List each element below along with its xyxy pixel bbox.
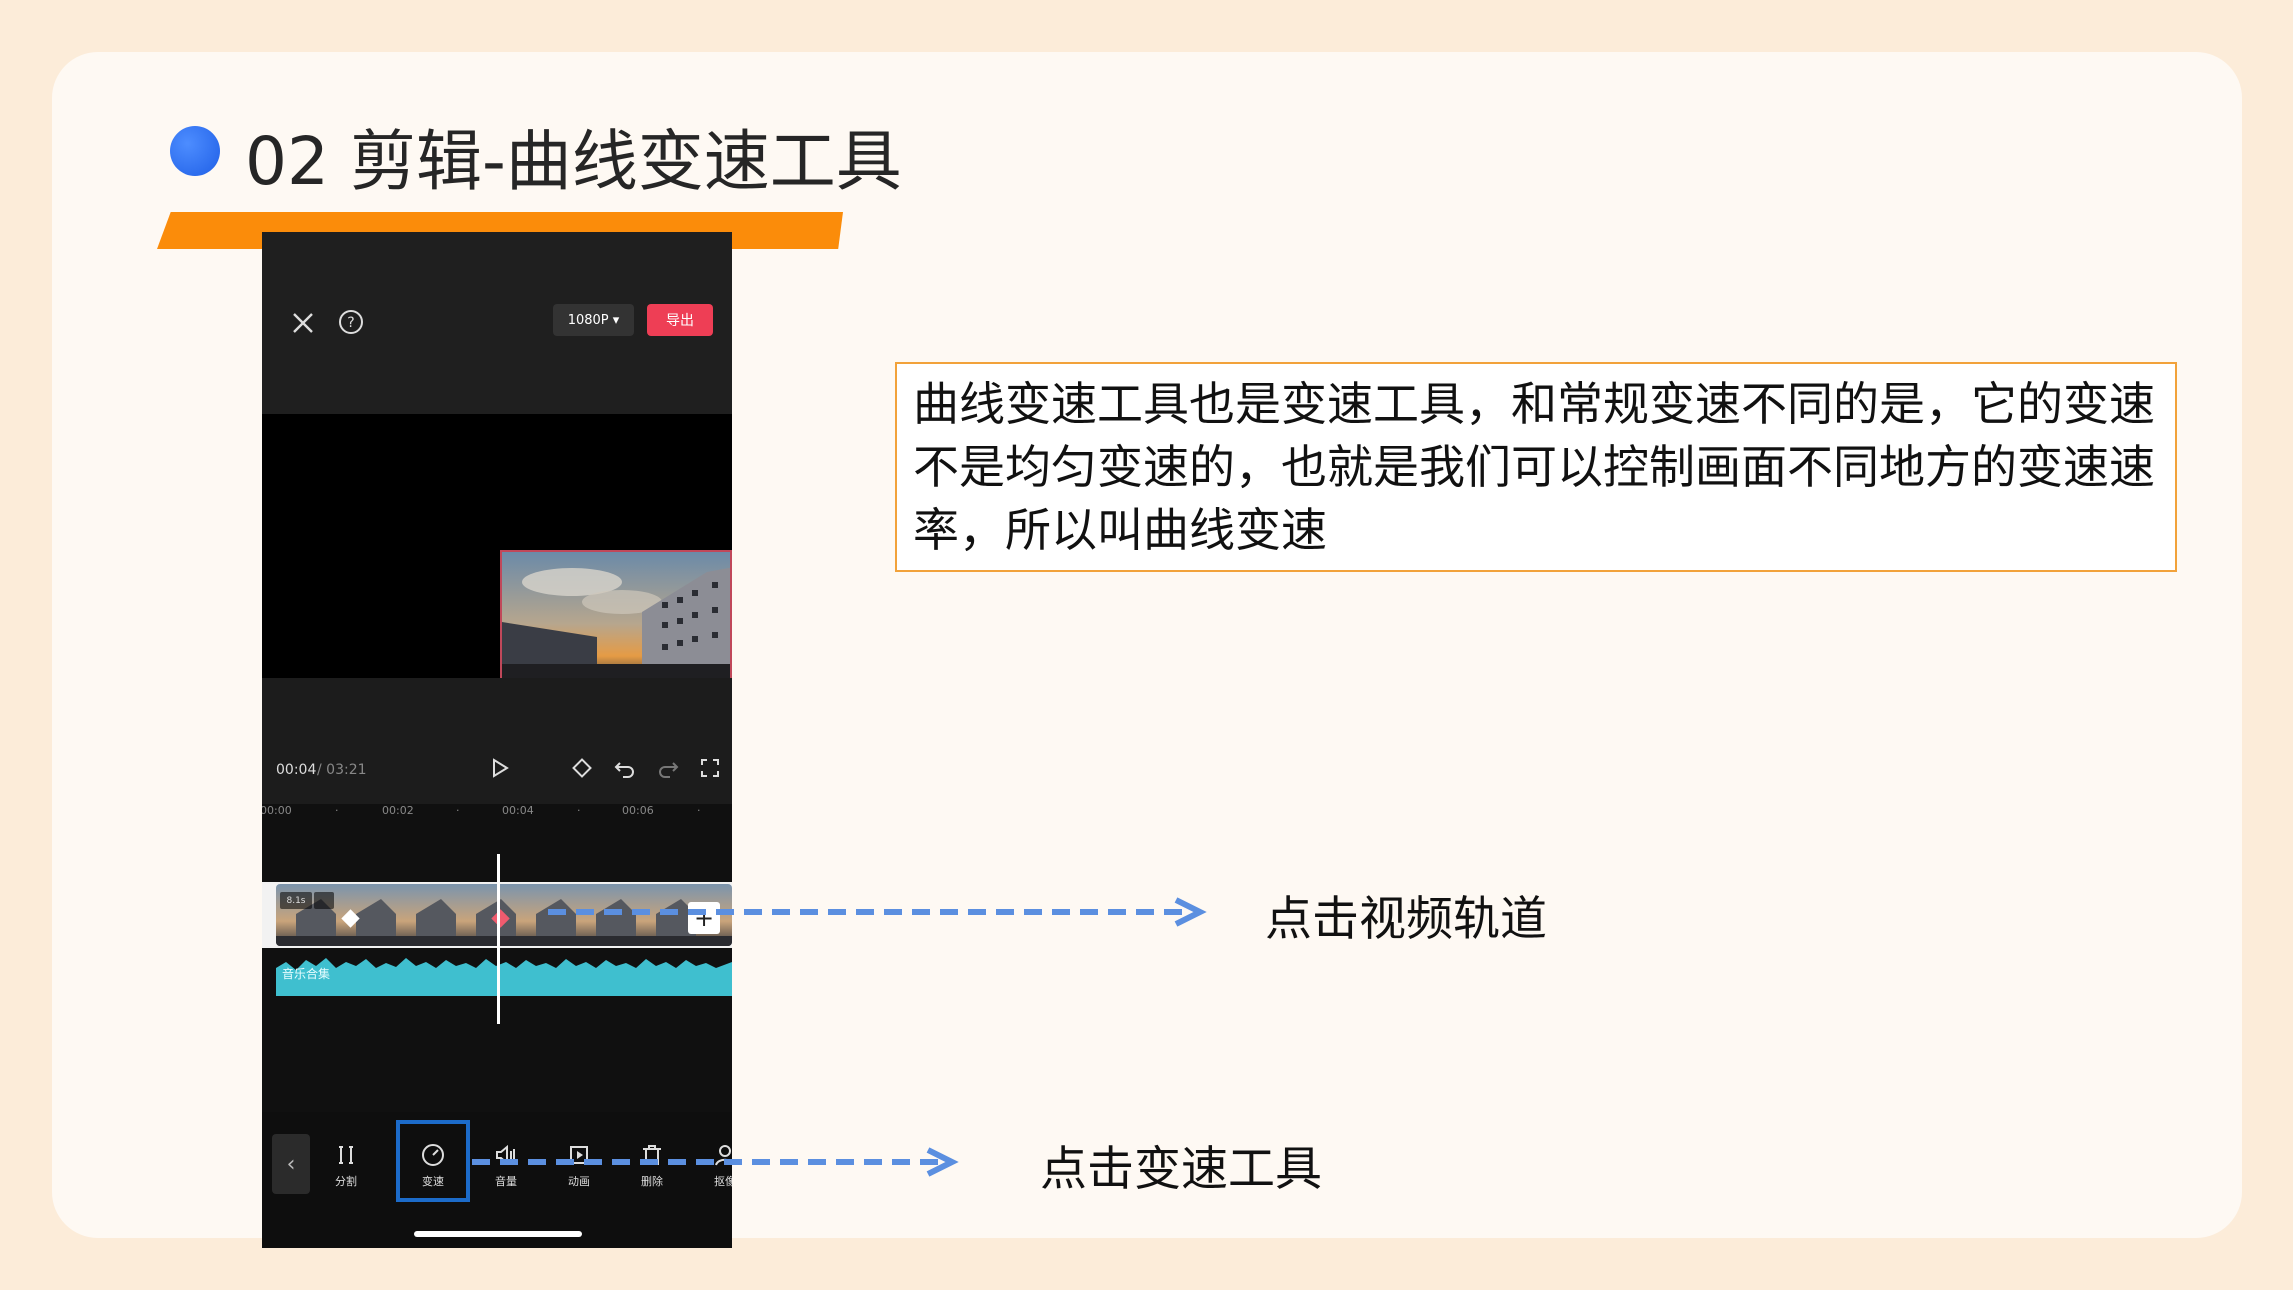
fullscreen-icon[interactable] (696, 754, 724, 782)
phone-screenshot: ? 1080P ▾ 导出 00:04 / 03:21 00:00 · 00:02… (262, 232, 732, 1248)
svg-text:?: ? (347, 315, 354, 331)
ruler-dot: · (335, 804, 339, 817)
home-indicator (414, 1231, 582, 1237)
resolution-dropdown[interactable]: 1080P ▾ (553, 304, 634, 336)
ruler-dot: · (697, 804, 701, 817)
keyframe-icon[interactable] (568, 754, 596, 782)
ruler-dot: · (456, 804, 460, 817)
annotation-track-label: 点击视频轨道 (1265, 892, 1547, 947)
slide-title: 02 剪辑-曲线变速工具 (245, 123, 902, 200)
toolbar-back-button[interactable]: ‹ (272, 1134, 310, 1194)
clip-speed-badge: 8.1s (280, 892, 312, 909)
tool-label: 分割 (335, 1175, 357, 1188)
ruler-mark: 00:02 (382, 804, 414, 817)
speed-arrow (472, 1147, 959, 1177)
playback-control-bar (262, 678, 732, 804)
close-icon[interactable] (286, 306, 320, 340)
ruler-mark: 00:06 (622, 804, 654, 817)
audio-track[interactable] (276, 954, 732, 996)
description-box: 曲线变速工具也是变速工具，和常规变速不同的是，它的变速不是均匀变速的，也就是我们… (895, 362, 2177, 572)
redo-icon[interactable] (654, 754, 682, 782)
speed-tool-highlight (396, 1120, 470, 1202)
clip-mute-icon[interactable] (314, 892, 334, 909)
total-time: / 03:21 (317, 762, 367, 778)
timeline-ruler: 00:00 · 00:02 · 00:04 · 00:06 · (262, 798, 732, 824)
undo-icon[interactable] (611, 754, 639, 782)
bullet-dot (170, 126, 220, 176)
preview-frame-thumbnail (500, 550, 732, 680)
split-icon (339, 1146, 353, 1164)
timeline-playhead[interactable] (497, 854, 500, 1024)
ruler-mark: 00:00 (262, 804, 292, 817)
current-time: 00:04 (276, 762, 317, 778)
ruler-dot: · (577, 804, 581, 817)
tool-split[interactable]: 分割 (316, 1122, 376, 1202)
play-icon[interactable] (485, 754, 513, 782)
annotation-speed-label: 点击变速工具 (1040, 1142, 1322, 1197)
ruler-mark: 00:04 (502, 804, 534, 817)
export-button[interactable]: 导出 (647, 304, 713, 336)
help-icon[interactable]: ? (334, 305, 368, 339)
audio-track-label: 音乐合集 (282, 967, 331, 981)
track-arrow (548, 897, 1207, 927)
